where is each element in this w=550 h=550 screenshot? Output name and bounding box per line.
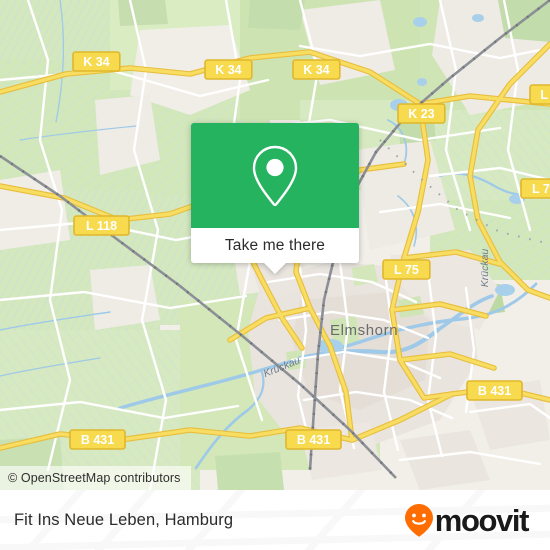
road-shield: L 75 [382, 259, 431, 280]
city-label: Elmshorn [330, 322, 398, 339]
road-shield-label: K 34 [215, 63, 241, 77]
road-shield: K 34 [292, 59, 341, 80]
location-pin-icon [252, 145, 298, 206]
take-me-there-label: Take me there [224, 236, 326, 254]
road-shield-label: L 118 [86, 219, 117, 233]
osm-attribution[interactable]: © OpenStreetMap contributors [0, 466, 191, 490]
road-shield-label: K 34 [83, 55, 109, 69]
road-shield: L 118 [73, 215, 130, 236]
take-me-there-card[interactable]: Take me there [191, 123, 359, 274]
road-shield: K 34 [72, 51, 121, 72]
road-shield-label: B 431 [478, 384, 511, 398]
road-shield-label: L 75 [394, 263, 419, 277]
road-shield: L 1 [529, 84, 550, 105]
road-shield: B 431 [285, 429, 342, 450]
map-viewport[interactable]: K 34 K 34 K 34 K 23 L 1 L 75 L 118 L 75 B 431 B 4… [0, 0, 550, 490]
moovit-pin-icon [404, 504, 433, 537]
card-footer[interactable]: Take me there [191, 228, 359, 274]
card-pointer-tail [263, 262, 287, 274]
moovit-logo[interactable]: moovit [404, 502, 530, 538]
road-shield-label: K 23 [408, 107, 434, 121]
road-shield: L 75 [520, 178, 550, 199]
road-shield: B 431 [466, 380, 523, 401]
card-header [191, 123, 359, 228]
road-shield: K 34 [204, 59, 253, 80]
road-shield-label: L 75 [532, 182, 550, 196]
water-label: Krückau [479, 249, 491, 288]
road-shield-label: K 34 [303, 63, 329, 77]
road-shield: B 431 [69, 429, 126, 450]
bottom-info-bar: Fit Ins Neue Leben, Hamburg moovit [0, 490, 550, 550]
moovit-wordmark: moovit [434, 502, 530, 538]
place-title: Fit Ins Neue Leben, Hamburg [14, 510, 234, 529]
road-shield-label: B 431 [81, 433, 114, 447]
road-shield: K 23 [397, 103, 446, 124]
road-shield-label: B 431 [297, 433, 330, 447]
road-shield-label: L 1 [540, 88, 550, 102]
